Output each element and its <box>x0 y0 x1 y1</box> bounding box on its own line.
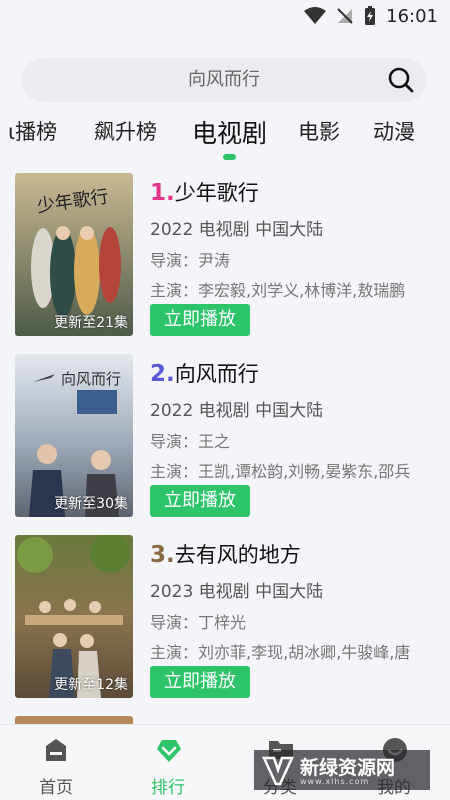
no-signal-icon <box>337 8 353 24</box>
list-item[interactable]: 向风而行 更新至30集 2.向风而行 2022 电视剧 中国大陆 导演：王之 主… <box>15 354 435 518</box>
nav-ranking[interactable]: 排行 <box>112 725 224 800</box>
play-now-button[interactable]: 立即播放 <box>150 666 250 698</box>
rank-number: 2. <box>150 361 175 387</box>
search-input[interactable]: 向风而行 <box>21 58 427 102</box>
show-title-text: 去有风的地方 <box>174 543 301 567</box>
search-bar[interactable]: 向风而行 <box>21 58 427 102</box>
list-item[interactable]: 少年歌行 更新至21集 1.少年歌行 2022 电视剧 中国大陆 导演：尹涛 主… <box>15 173 435 337</box>
show-title-text: 少年歌行 <box>174 181 259 205</box>
watermark-text: 新绿资源网 <box>300 757 396 779</box>
watermark-url: www.xlhs.com <box>300 777 370 786</box>
tab-rising[interactable]: 飙升榜 <box>94 116 157 146</box>
cast: 主演：王凯,谭松韵,刘畅,晏紫东,邵兵 <box>150 462 411 481</box>
poster-image[interactable]: 向风而行 更新至30集 <box>15 354 133 517</box>
poster-image[interactable]: 更新至12集 <box>15 535 133 698</box>
cast: 主演：刘亦菲,李现,胡冰卿,牛骏峰,唐 <box>150 643 411 662</box>
watermark: 新绿资源网 www.xlhs.com <box>254 750 430 790</box>
show-meta: 2022 电视剧 中国大陆 <box>150 401 324 421</box>
nav-home[interactable]: 首页 <box>0 725 112 800</box>
watermark-logo-icon <box>262 756 294 786</box>
director: 导演：尹涛 <box>150 251 231 270</box>
show-title[interactable]: 2.向风而行 <box>150 358 259 388</box>
show-title[interactable]: 1.少年歌行 <box>150 177 259 207</box>
update-badge: 更新至21集 <box>54 315 128 331</box>
director: 导演：丁梓光 <box>150 613 247 632</box>
battery-charging-icon <box>365 6 376 25</box>
tab-active-indicator <box>223 154 236 160</box>
show-title-text: 向风而行 <box>174 362 259 386</box>
svg-text:向风而行: 向风而行 <box>61 370 121 388</box>
director: 导演：王之 <box>150 432 231 451</box>
home-icon <box>46 739 66 761</box>
poster-image[interactable]: 少年歌行 更新至21集 <box>15 173 133 336</box>
status-bar: 16:01 <box>0 0 450 32</box>
list-item[interactable]: 更新至12集 3.去有风的地方 2023 电视剧 中国大陆 导演：丁梓光 主演：… <box>15 535 435 699</box>
update-badge: 更新至30集 <box>54 496 128 512</box>
ranking-tabs: ι播榜 飙升榜 电视剧 电影 动漫 <box>0 112 450 164</box>
clock: 16:01 <box>386 5 438 27</box>
wifi-icon <box>304 7 327 24</box>
show-title[interactable]: 3.去有风的地方 <box>150 539 301 569</box>
tab-movies[interactable]: 电影 <box>298 116 340 146</box>
tab-hot[interactable]: ι播榜 <box>8 116 57 146</box>
show-meta: 2023 电视剧 中国大陆 <box>150 582 324 602</box>
play-now-button[interactable]: 立即播放 <box>150 485 250 517</box>
tab-anime[interactable]: 动漫 <box>373 116 415 146</box>
search-icon[interactable] <box>387 66 415 94</box>
ranking-icon <box>157 740 181 762</box>
rank-number: 3. <box>150 542 175 568</box>
play-now-button[interactable]: 立即播放 <box>150 304 250 336</box>
rank-number: 1. <box>150 180 175 206</box>
show-meta: 2022 电视剧 中国大陆 <box>150 220 324 240</box>
tab-tv-series[interactable]: 电视剧 <box>192 114 267 150</box>
cast: 主演：李宏毅,刘学义,林博洋,敖瑞鹏 <box>150 281 406 300</box>
update-badge: 更新至12集 <box>54 677 128 693</box>
